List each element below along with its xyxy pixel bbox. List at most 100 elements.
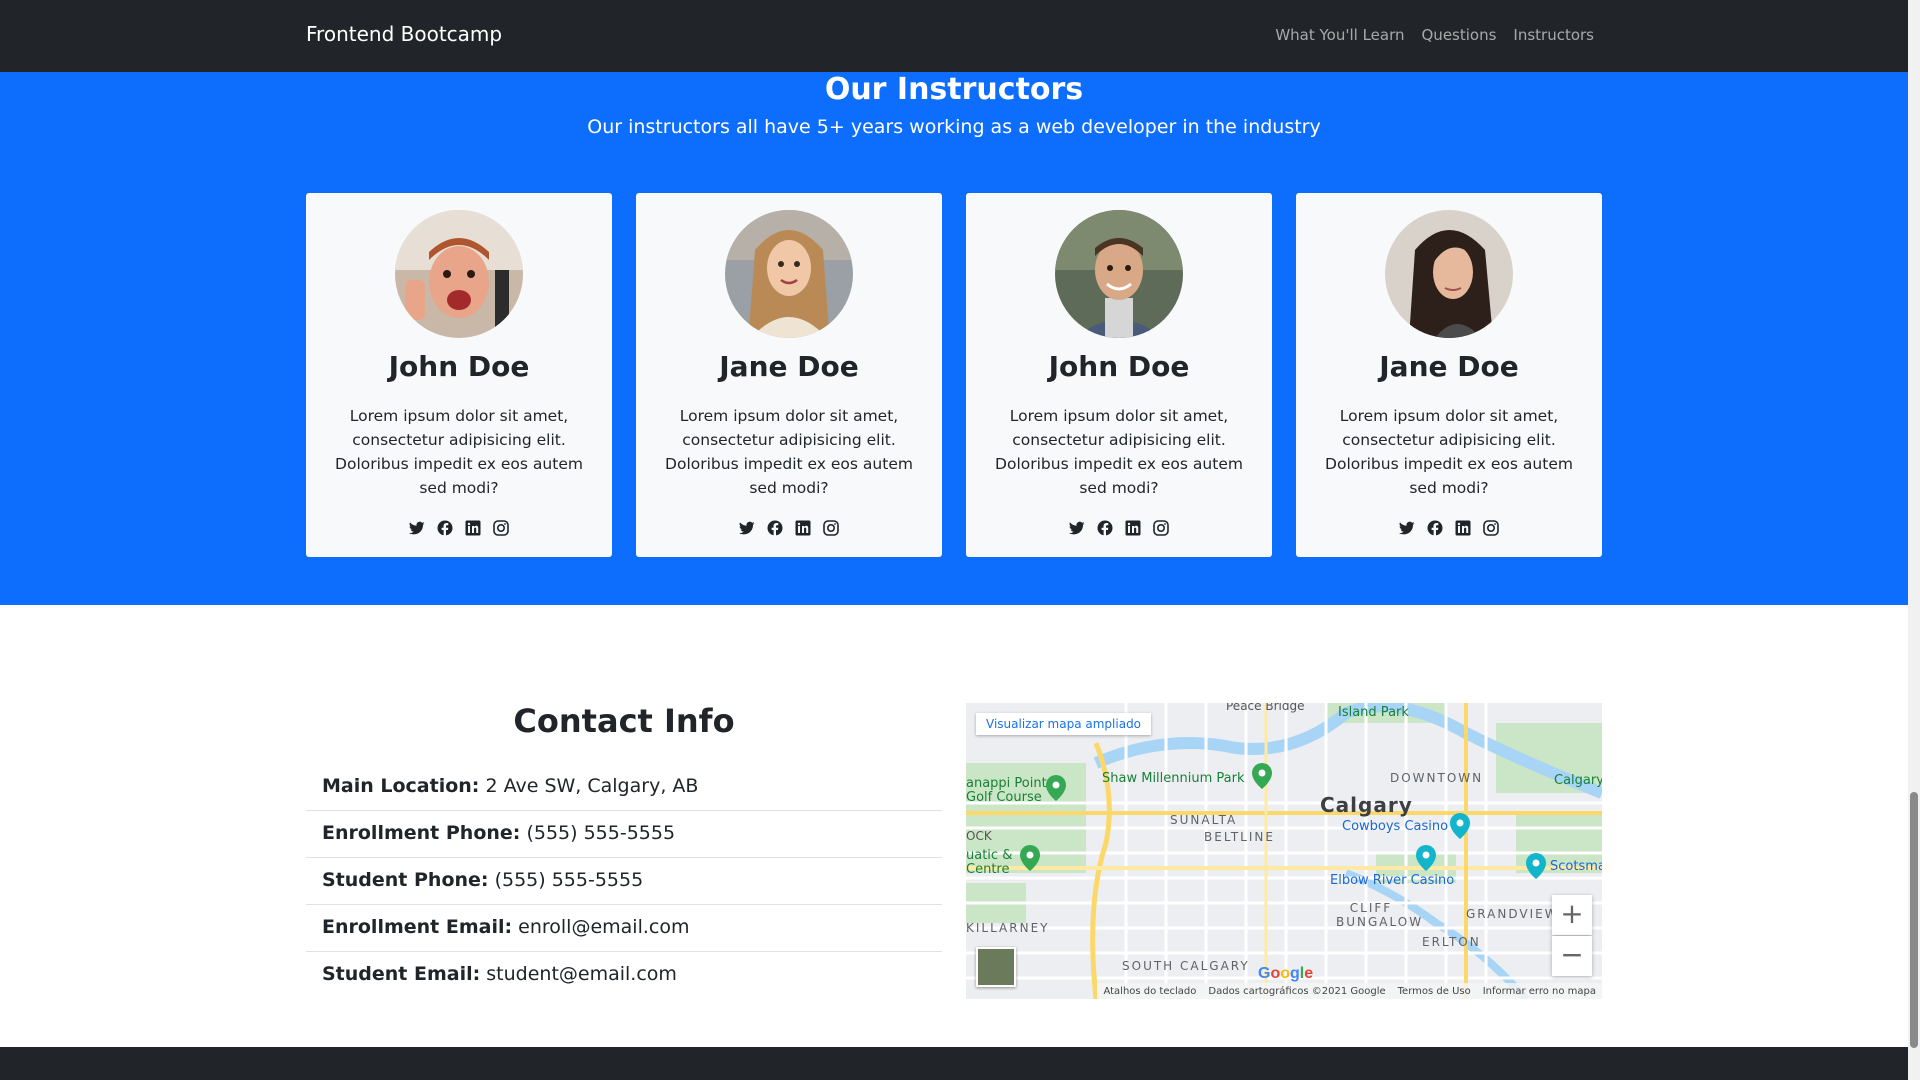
avatar [395,210,523,338]
map-label: Elbow River Casino [1330,873,1455,888]
map-canvas[interactable] [966,703,1602,999]
twitter-icon[interactable] [739,520,755,536]
contact-label: Student Phone: [322,869,489,891]
map-label: uatic & Centre [966,848,1013,877]
instructor-bio: Lorem ipsum dolor sit amet, consectetur … [1325,407,1573,497]
park-pin-icon[interactable] [1020,845,1040,871]
view-larger-map-link[interactable]: Visualizar mapa ampliado [976,713,1152,735]
nav-link-what-youll-learn[interactable]: What You'll Learn [1275,26,1404,44]
map-data-credit: Dados cartográficos ©2021 Google [1208,985,1386,997]
map-label: Scotsman's H [1550,859,1602,874]
instructor-name: John Doe [388,350,530,383]
scrollbar[interactable] [1908,0,1920,1080]
google-map[interactable]: Visualizar mapa ampliado Peace Bridge Is… [966,703,1602,999]
social-links [306,520,612,536]
instructor-card: Jane Doe Lorem ipsum dolor sit amet, con… [1296,193,1602,557]
map-label: Island Park [1338,705,1409,720]
contact-label: Enrollment Phone: [322,822,521,844]
zoom-out-button[interactable]: − [1552,936,1592,976]
contact-row-enrollment-phone: Enrollment Phone: (555) 555-5555 [306,811,942,858]
navbar: Frontend Bootcamp What You'll Learn Ques… [0,0,1908,72]
satellite-toggle-thumbnail[interactable] [976,947,1016,987]
map-label: Cowboys Casino [1342,819,1449,834]
map-label: SUNALTA [1170,813,1238,827]
linkedin-icon[interactable] [795,520,811,536]
social-links [1296,520,1602,536]
report-error-link[interactable]: Informar erro no mapa [1483,986,1596,997]
casino-pin-icon[interactable] [1526,853,1546,879]
map-label: OCK [966,829,992,843]
map-label: DOWNTOWN [1390,771,1484,785]
social-links [636,520,942,536]
instructors-title: Our Instructors [824,72,1084,107]
contact-value: 2 Ave SW, Calgary, AB [485,775,699,797]
contact-row-enrollment-email: Enrollment Email: enroll@email.com [306,905,942,952]
park-pin-icon[interactable] [1252,763,1272,789]
instructor-bio: Lorem ipsum dolor sit amet, consectetur … [335,407,583,497]
avatar [1055,210,1183,338]
linkedin-icon[interactable] [1455,520,1471,536]
contact-value: enroll@email.com [518,916,690,938]
facebook-icon[interactable] [767,520,783,536]
linkedin-icon[interactable] [465,520,481,536]
terms-link[interactable]: Termos de Uso [1398,986,1471,997]
casino-pin-icon[interactable] [1450,813,1470,839]
map-label-city: Calgary [1320,793,1413,817]
facebook-icon[interactable] [437,520,453,536]
contact-row-main-location: Main Location: 2 Ave SW, Calgary, AB [306,764,942,811]
map-label: GRANDVIEW [1466,907,1559,921]
map-label: anappi Point Golf Course [966,776,1047,805]
instagram-icon[interactable] [493,520,509,536]
map-attribution: Atalhos do teclado Dados cartográficos ©… [1097,983,1602,999]
twitter-icon[interactable] [1069,520,1085,536]
instructor-name: John Doe [1048,350,1190,383]
map-label: BELTLINE [1204,830,1275,844]
linkedin-icon[interactable] [1125,520,1141,536]
instructors-section: Our Instructors Our instructors all have… [0,72,1908,605]
contact-label: Enrollment Email: [322,916,513,938]
nav-link-instructors[interactable]: Instructors [1513,26,1594,44]
avatar [725,210,853,338]
facebook-icon[interactable] [1097,520,1113,536]
brand-link[interactable]: Frontend Bootcamp [306,22,502,46]
map-label: ERLTON [1422,935,1481,949]
map-label: Shaw Millennium Park [1102,771,1245,786]
casino-pin-icon[interactable] [1416,845,1436,871]
contact-list: Main Location: 2 Ave SW, Calgary, AB Enr… [306,764,942,999]
map-label: KILLARNEY [966,921,1050,935]
avatar [1385,210,1513,338]
nav-link-questions[interactable]: Questions [1422,26,1497,44]
nav-links: What You'll Learn Questions Instructors [1275,26,1594,44]
contact-title: Contact Info [513,702,735,740]
contact-value: (555) 555-5555 [494,869,644,891]
contact-label: Main Location: [322,775,480,797]
contact-row-student-phone: Student Phone: (555) 555-5555 [306,858,942,905]
twitter-icon[interactable] [1399,520,1415,536]
instructor-card: John Doe Lorem ipsum dolor sit amet, con… [306,193,612,557]
instructor-card: John Doe Lorem ipsum dolor sit amet, con… [966,193,1272,557]
instructors-lead: Our instructors all have 5+ years workin… [587,116,1321,138]
instagram-icon[interactable] [1153,520,1169,536]
zoom-in-button[interactable]: + [1552,895,1592,935]
google-logo: Google [1258,965,1314,982]
instagram-icon[interactable] [1483,520,1499,536]
map-label: SOUTH CALGARY [1122,959,1250,973]
instructor-bio: Lorem ipsum dolor sit amet, consectetur … [665,407,913,497]
instructor-card: Jane Doe Lorem ipsum dolor sit amet, con… [636,193,942,557]
twitter-icon[interactable] [409,520,425,536]
instructor-name: Jane Doe [1379,350,1519,383]
map-label: CLIFF BUNGALOW [1336,901,1424,929]
instructor-cards: John Doe Lorem ipsum dolor sit amet, con… [306,193,1602,557]
contact-value: (555) 555-5555 [526,822,676,844]
facebook-icon[interactable] [1427,520,1443,536]
instructor-bio: Lorem ipsum dolor sit amet, consectetur … [995,407,1243,497]
footer [0,1047,1908,1080]
keyboard-shortcuts-link[interactable]: Atalhos do teclado [1103,986,1196,997]
park-pin-icon[interactable] [1046,775,1066,801]
map-label: Peace Bridge [1226,703,1305,713]
scrollbar-thumb[interactable] [1910,792,1918,1048]
contact-row-student-email: Student Email: student@email.com [306,952,942,999]
instagram-icon[interactable] [823,520,839,536]
contact-label: Student Email: [322,963,481,985]
social-links [966,520,1272,536]
